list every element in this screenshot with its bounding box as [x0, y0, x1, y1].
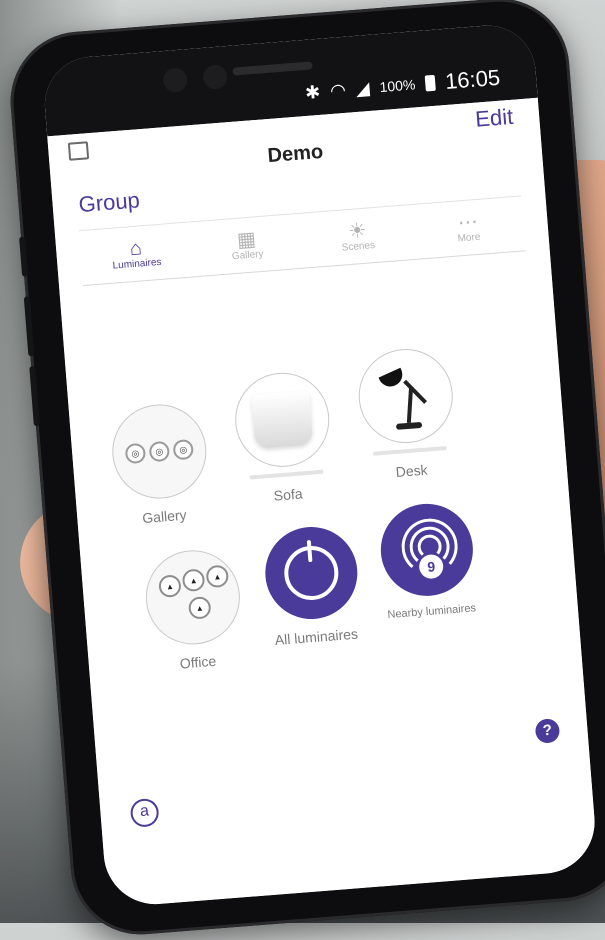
- camera-icon: [162, 67, 189, 94]
- group-gallery[interactable]: ◎ ◎ ◎ Gallery: [108, 401, 212, 528]
- tab-label: Gallery: [231, 248, 264, 262]
- desk-circle[interactable]: [355, 345, 457, 447]
- brand-logo: a: [129, 797, 160, 828]
- luminaire-dot-icon: ◎: [124, 442, 147, 465]
- dim-level-bar[interactable]: [373, 445, 448, 456]
- speaker-grille: [232, 61, 313, 76]
- desk-lamp-arm: [406, 386, 414, 424]
- dim-level-bar[interactable]: [249, 469, 324, 480]
- office-circle[interactable]: ▲ ▲ ▲ ▲: [142, 546, 244, 648]
- tab-label: Luminaires: [112, 256, 162, 272]
- nearby-label: Nearby luminaires: [387, 602, 477, 622]
- desk-lamp-arm: [403, 379, 428, 404]
- luminaire-dot-icon: ◎: [148, 440, 171, 463]
- desk-lamp-icon: [373, 359, 438, 433]
- clock: 16:05: [444, 64, 501, 94]
- all-luminaires-circle[interactable]: [261, 523, 361, 623]
- help-button[interactable]: ?: [534, 718, 561, 744]
- wifi-icon: ◠: [329, 79, 347, 101]
- luminaire-dot-icon: ▲: [181, 568, 206, 593]
- luminaire-sofa[interactable]: Sofa: [231, 369, 336, 506]
- gallery-luminaire-dots: ◎ ◎ ◎: [124, 438, 195, 465]
- power-icon: [282, 539, 341, 603]
- tab-label: Scenes: [341, 239, 376, 254]
- gallery-circle[interactable]: ◎ ◎ ◎: [108, 401, 210, 503]
- tab-more[interactable]: ⋯ More: [421, 197, 515, 258]
- tab-scenes[interactable]: ☀ Scenes: [311, 206, 405, 267]
- desk-lamp-base: [395, 421, 423, 430]
- group-label: Office: [179, 652, 217, 672]
- sun-icon: ☀: [347, 219, 367, 243]
- signal-broadcast-icon: 9: [389, 512, 464, 587]
- app-content: Edit Demo Group ⌂ Luminaires ▦ Gallery ☀…: [47, 97, 599, 908]
- tab-gallery[interactable]: ▦ Gallery: [200, 215, 294, 276]
- floor-lamp-icon: [251, 390, 314, 450]
- luminaire-grid: ◎ ◎ ◎ Gallery Sofa Desk ▲ ▲ ▲ ▲ Office A…: [63, 297, 586, 754]
- power-icon-bar: [306, 539, 313, 563]
- bluetooth-icon: ✱: [304, 81, 321, 103]
- sensor-icon: [202, 64, 229, 90]
- luminaire-dot-icon: ▲: [158, 574, 182, 598]
- lamp-icon: ⌂: [128, 236, 143, 260]
- office-luminaire-cluster: ▲ ▲ ▲ ▲: [156, 564, 230, 630]
- page-title: Demo: [266, 140, 324, 168]
- group-button[interactable]: Group: [78, 187, 141, 218]
- all-luminaires-label: All luminaires: [274, 625, 359, 649]
- battery-percent: 100%: [378, 76, 416, 96]
- group-office[interactable]: ▲ ▲ ▲ ▲ Office: [142, 546, 245, 674]
- phone: ✱ ◠ ◢ 100% 16:05 Edit Demo Group ⌂ Lumin…: [5, 0, 605, 940]
- luminaire-label: Sofa: [273, 485, 304, 504]
- luminaire-dot-icon: ▲: [187, 596, 212, 620]
- signal-icon: ◢: [354, 77, 371, 99]
- status-indicators: ✱ ◠ ◢ 100% 16:05: [304, 65, 501, 106]
- desk-lamp-head: [378, 367, 407, 391]
- tab-luminaires[interactable]: ⌂ Luminaires: [89, 223, 183, 284]
- app-menu-icon[interactable]: [67, 141, 90, 161]
- luminaire-desk[interactable]: Desk: [355, 345, 459, 483]
- tab-label: More: [457, 231, 481, 244]
- nearby-luminaires[interactable]: 9 Nearby luminaires: [377, 500, 478, 621]
- phone-screen: ✱ ◠ ◢ 100% 16:05 Edit Demo Group ⌂ Lumin…: [41, 22, 599, 908]
- grid-icon: ▦: [236, 227, 257, 252]
- sofa-circle[interactable]: [231, 369, 333, 471]
- all-luminaires[interactable]: All luminaires: [261, 523, 363, 649]
- nearby-circle[interactable]: 9: [377, 500, 477, 600]
- luminaire-dot-icon: ▲: [205, 564, 230, 589]
- more-icon: ⋯: [456, 210, 479, 234]
- luminaire-dot-icon: ◎: [172, 438, 195, 461]
- tab-bar: ⌂ Luminaires ▦ Gallery ☀ Scenes ⋯ More: [78, 195, 526, 287]
- battery-icon: [424, 74, 436, 92]
- group-label: Gallery: [141, 506, 188, 527]
- luminaire-label: Desk: [395, 461, 429, 481]
